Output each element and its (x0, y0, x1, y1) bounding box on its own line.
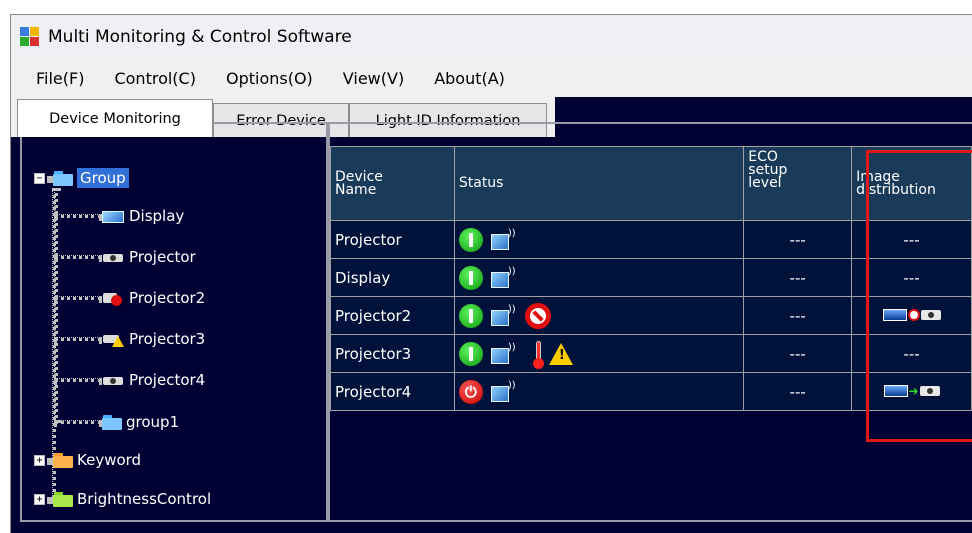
device-name-cell: Projector3 (330, 334, 455, 373)
col-device-name[interactable]: Device Name (330, 146, 455, 221)
folder-icon (53, 452, 73, 468)
expand-icon[interactable]: + (34, 493, 45, 505)
signal-icon: )) (489, 228, 519, 252)
status-cell: )) ! (453, 334, 745, 373)
col-eco[interactable]: ECO setup level (743, 146, 853, 221)
highlight-box (866, 150, 972, 442)
eco-cell: --- (743, 372, 853, 411)
device-name-cell: Projector2 (330, 296, 455, 335)
warning-icon: ! (548, 342, 573, 365)
power-on-icon (458, 265, 483, 290)
expand-icon[interactable]: + (34, 454, 45, 466)
tree-item-projector3[interactable]: Projector3 (54, 330, 205, 348)
menu-about[interactable]: About(A) (434, 69, 505, 88)
power-on-icon (458, 341, 483, 366)
tree-item-projector2[interactable]: Projector2 (54, 289, 205, 307)
menu-view[interactable]: View(V) (343, 69, 404, 88)
tree-item-projector4[interactable]: Projector4 (54, 371, 205, 389)
app-icon (20, 27, 40, 47)
tree-item-keyword[interactable]: + Keyword (34, 451, 141, 469)
tree-item-group1[interactable]: group1 (54, 413, 179, 431)
projector-icon (102, 373, 124, 387)
device-name-cell: Projector (330, 220, 455, 259)
eco-cell: --- (743, 296, 853, 335)
status-cell: )) (453, 296, 745, 335)
tree-item-display[interactable]: Display (54, 207, 184, 225)
menu-file[interactable]: File(F) (36, 69, 84, 88)
projector-icon (102, 250, 124, 264)
tree-item-group[interactable]: − Group (34, 168, 129, 188)
window-title: Multi Monitoring & Control Software (48, 27, 352, 47)
display-icon (102, 209, 124, 223)
signal-icon: )) (489, 380, 519, 404)
tree-item-brightnesscontrol[interactable]: + BrightnessControl (34, 490, 211, 508)
menu-bar: File(F) Control(C) Options(O) View(V) Ab… (11, 59, 972, 97)
eco-cell: --- (743, 258, 853, 297)
menu-options[interactable]: Options(O) (226, 69, 313, 88)
folder-icon (53, 491, 73, 507)
signal-icon: )) (489, 304, 519, 328)
status-cell: )) (453, 258, 745, 297)
menu-control[interactable]: Control(C) (114, 69, 196, 88)
device-name-cell: Projector4 (330, 372, 455, 411)
prohibit-icon (524, 302, 551, 329)
power-off-icon: ⏻ (458, 379, 483, 404)
status-cell: )) (453, 220, 745, 259)
power-on-icon (458, 303, 483, 328)
tab-device-monitoring[interactable]: Device Monitoring (17, 99, 213, 137)
title-bar: Multi Monitoring & Control Software (11, 15, 972, 59)
tree-item-projector[interactable]: Projector (54, 248, 196, 266)
folder-icon (53, 170, 73, 186)
device-name-cell: Display (330, 258, 455, 297)
projector-error-icon (102, 291, 124, 306)
status-cell: ⏻ )) (453, 372, 745, 411)
col-status[interactable]: Status (453, 146, 745, 221)
collapse-icon[interactable]: − (34, 172, 45, 184)
projector-warning-icon (102, 332, 124, 347)
folder-icon (102, 414, 122, 430)
eco-cell: --- (743, 220, 853, 259)
eco-cell: --- (743, 334, 853, 373)
power-on-icon (458, 227, 483, 252)
signal-icon: )) (489, 266, 519, 290)
signal-icon: )) (489, 342, 519, 366)
temperature-warning-icon (532, 340, 544, 369)
